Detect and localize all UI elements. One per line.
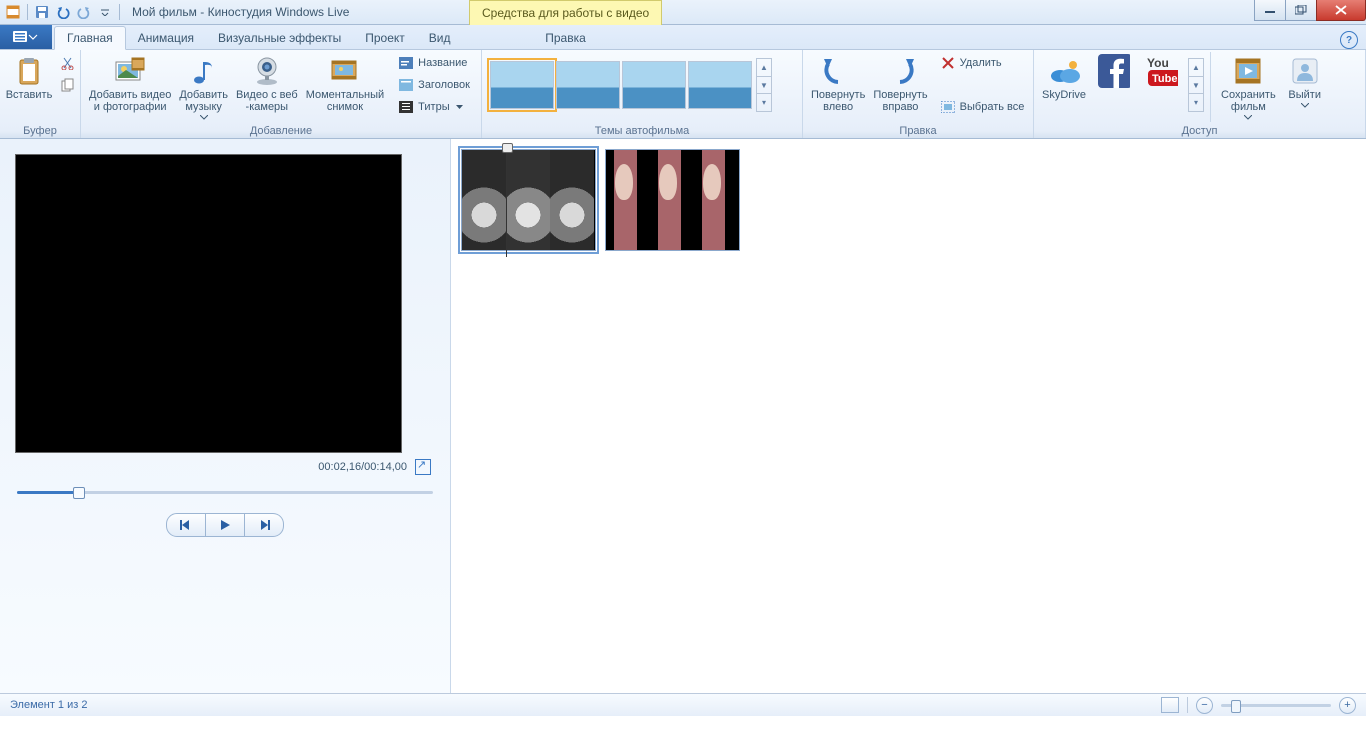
delete-icon [940, 55, 956, 71]
svg-text:You: You [1147, 56, 1169, 70]
facebook-button[interactable] [1090, 52, 1138, 91]
rotate-right-button[interactable]: Повернутьвправо [869, 52, 931, 115]
status-text: Элемент 1 из 2 [10, 699, 87, 711]
timeline-clip-1[interactable] [461, 149, 596, 251]
title-button[interactable]: Название [394, 52, 474, 74]
copy-icon [60, 77, 76, 93]
skydrive-icon [1048, 55, 1080, 87]
save-movie-button[interactable]: Сохранитьфильм [1217, 52, 1280, 122]
group-label-themes: Темы автофильма [482, 124, 802, 138]
qat-dropdown-icon[interactable] [96, 3, 114, 21]
preview-pane: 00:02,16/00:14,00 [0, 139, 451, 693]
rotate-left-icon [822, 55, 854, 87]
tab-animation[interactable]: Анимация [126, 27, 206, 49]
app-icon[interactable] [4, 3, 22, 21]
youtube-button[interactable]: You Tube [1138, 52, 1186, 91]
copy-button[interactable] [56, 74, 80, 96]
rotate-left-button[interactable]: Повернутьвлево [807, 52, 869, 115]
youtube-icon: You Tube [1146, 55, 1178, 87]
theme-thumb-2[interactable] [556, 61, 620, 109]
add-media-button[interactable]: Добавить видеои фотографии [85, 52, 175, 115]
cut-button[interactable] [56, 52, 80, 74]
prev-frame-button[interactable] [166, 513, 206, 537]
seek-bar[interactable] [15, 485, 435, 499]
file-tab[interactable] [0, 25, 52, 49]
transport-controls [15, 513, 435, 537]
title-icon [398, 55, 414, 71]
credits-icon [398, 99, 414, 115]
webcam-icon [251, 55, 283, 87]
paste-button[interactable]: Вставить [4, 52, 54, 103]
webcam-button[interactable]: Видео с веб-камеры [232, 52, 302, 115]
play-button[interactable] [206, 513, 245, 537]
close-button[interactable] [1316, 0, 1366, 21]
rotate-right-icon [884, 55, 916, 87]
group-label-add: Добавление [81, 124, 481, 138]
group-label-buffer: Буфер [0, 124, 80, 138]
preview-screen[interactable] [15, 154, 402, 453]
tab-edit[interactable]: Правка [469, 27, 662, 49]
theme-thumb-4[interactable] [688, 61, 752, 109]
theme-thumb-3[interactable] [622, 61, 686, 109]
clipboard-icon [13, 55, 45, 87]
credits-button[interactable]: Титры [394, 96, 474, 118]
ribbon-tabs: Главная Анимация Визуальные эффекты Прое… [0, 25, 1366, 50]
maximize-button[interactable] [1285, 0, 1317, 21]
group-label-share: Доступ [1034, 124, 1365, 138]
header-button[interactable]: Заголовок [394, 74, 474, 96]
timeline-pane[interactable] [451, 139, 1366, 693]
theme-thumb-1[interactable] [490, 61, 554, 109]
timeline-clip-2[interactable] [605, 149, 740, 251]
user-icon [1289, 55, 1321, 87]
help-icon[interactable]: ? [1340, 31, 1358, 49]
skydrive-button[interactable]: SkyDrive [1038, 52, 1090, 103]
select-all-button[interactable]: Выбрать все [936, 96, 1029, 118]
header-icon [398, 77, 414, 93]
exit-button[interactable]: Выйти [1280, 52, 1330, 110]
music-note-icon [188, 55, 220, 87]
theme-gallery-scroll[interactable]: ▲▼▾ [756, 58, 772, 112]
facebook-icon [1098, 55, 1130, 87]
photo-video-icon [114, 55, 146, 87]
scissors-icon [60, 55, 76, 71]
contextual-tab-label: Средства для работы с видео [469, 0, 662, 25]
next-frame-button[interactable] [245, 513, 284, 537]
share-gallery-scroll[interactable]: ▲▼▾ [1188, 58, 1204, 112]
delete-button[interactable]: Удалить [936, 52, 1029, 74]
view-toggle-icon[interactable] [1161, 697, 1179, 713]
add-music-button[interactable]: Добавитьмузыку [175, 52, 232, 122]
save-icon[interactable] [33, 3, 51, 21]
undo-icon[interactable] [54, 3, 72, 21]
zoom-out-button[interactable]: − [1196, 697, 1213, 714]
tab-visual-effects[interactable]: Визуальные эффекты [206, 27, 353, 49]
quick-access-toolbar [0, 3, 126, 21]
snapshot-button[interactable]: Моментальныйснимок [302, 52, 388, 115]
snapshot-icon [329, 55, 361, 87]
fullscreen-icon[interactable] [415, 459, 431, 475]
ribbon: Вставить Буфер Добавить видеои фотографи… [0, 50, 1366, 139]
group-label-editing: Правка [803, 124, 1033, 138]
title-bar: Мой фильм - Киностудия Windows Live Сред… [0, 0, 1366, 25]
save-movie-icon [1232, 55, 1264, 87]
tab-project[interactable]: Проект [353, 27, 417, 49]
workspace: 00:02,16/00:14,00 [0, 139, 1366, 693]
redo-icon[interactable] [75, 3, 93, 21]
playhead[interactable] [506, 145, 507, 257]
minimize-button[interactable] [1254, 0, 1286, 21]
svg-text:Tube: Tube [1152, 73, 1177, 85]
select-all-icon [940, 99, 956, 115]
window-title: Мой фильм - Киностудия Windows Live [132, 5, 349, 19]
zoom-slider[interactable] [1221, 704, 1331, 707]
tab-view[interactable]: Вид [417, 27, 463, 49]
playback-time: 00:02,16/00:14,00 [318, 461, 407, 473]
tab-home[interactable]: Главная [54, 26, 126, 50]
zoom-in-button[interactable]: + [1339, 697, 1356, 714]
status-bar: Элемент 1 из 2 − + [0, 693, 1366, 716]
